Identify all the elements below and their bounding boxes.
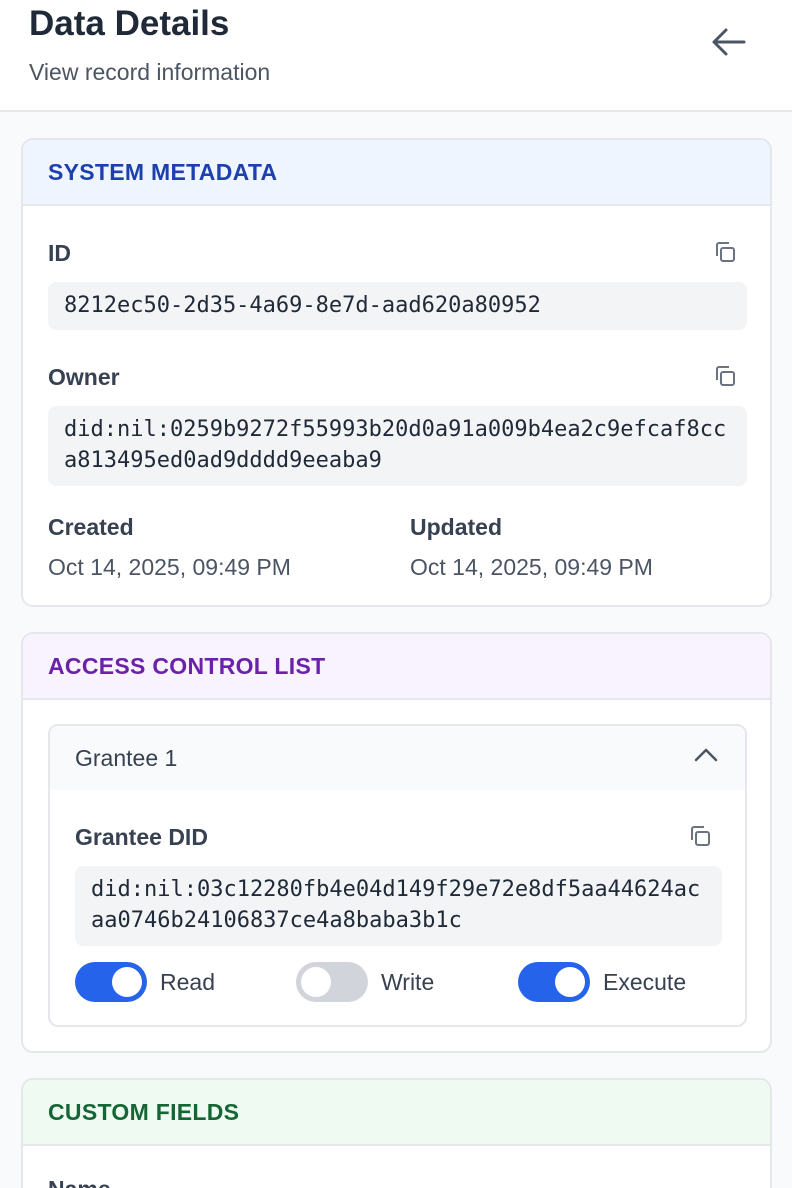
write-label: Write	[381, 968, 435, 995]
access-control-card: ACCESS CONTROL LIST Grantee 1 Grantee DI…	[21, 632, 772, 1053]
copy-icon	[691, 826, 710, 846]
grantee-title: Grantee 1	[75, 744, 178, 771]
copy-id-button[interactable]	[709, 236, 741, 268]
page-header: Data Details View record information	[0, 0, 792, 112]
page-title: Data Details	[29, 4, 230, 43]
read-toggle[interactable]	[75, 962, 147, 1002]
toggle-knob	[301, 967, 331, 997]
custom-fields-card: CUSTOM FIELDS Name	[21, 1078, 772, 1188]
copy-icon	[716, 242, 735, 262]
grantee-did-value: did:nil:03c12280fb4e04d149f29e72e8df5aa4…	[75, 866, 722, 946]
write-permission: Write	[296, 962, 434, 1002]
chevron-up-icon	[694, 748, 718, 762]
updated-label: Updated	[410, 514, 502, 540]
execute-toggle[interactable]	[518, 962, 590, 1002]
owner-label: Owner	[48, 364, 120, 390]
copy-owner-button[interactable]	[709, 360, 741, 392]
arrow-left-icon	[712, 28, 746, 56]
grantee-did-label: Grantee DID	[75, 824, 208, 850]
id-value: 8212ec50-2d35-4a69-8e7d-aad620a80952	[48, 282, 747, 330]
copy-grantee-did-button[interactable]	[684, 820, 716, 852]
grantee-toggle-header[interactable]: Grantee 1	[50, 726, 745, 790]
system-metadata-card: SYSTEM METADATA ID 8212ec50-2d35-4a69-8e…	[21, 138, 772, 607]
created-value: Oct 14, 2025, 09:49 PM	[48, 554, 291, 580]
access-control-heading: ACCESS CONTROL LIST	[23, 634, 770, 700]
grantee-panel: Grantee 1 Grantee DID did:nil:03c12280fb…	[48, 724, 747, 1027]
execute-permission: Execute	[518, 962, 686, 1002]
id-label: ID	[48, 240, 71, 266]
write-toggle[interactable]	[296, 962, 368, 1002]
toggle-knob	[112, 967, 142, 997]
execute-label: Execute	[603, 968, 687, 995]
custom-field-label: Name	[48, 1174, 111, 1188]
page-subtitle: View record information	[29, 59, 271, 85]
owner-value: did:nil:0259b9272f55993b20d0a91a009b4ea2…	[48, 406, 747, 486]
system-metadata-heading: SYSTEM METADATA	[23, 140, 770, 206]
custom-fields-heading: CUSTOM FIELDS	[23, 1080, 770, 1146]
read-label: Read	[160, 968, 215, 995]
toggle-knob	[555, 967, 585, 997]
copy-icon	[716, 366, 735, 386]
read-permission: Read	[75, 962, 215, 1002]
back-button[interactable]	[704, 20, 752, 64]
updated-value: Oct 14, 2025, 09:49 PM	[410, 554, 653, 580]
created-label: Created	[48, 514, 134, 540]
